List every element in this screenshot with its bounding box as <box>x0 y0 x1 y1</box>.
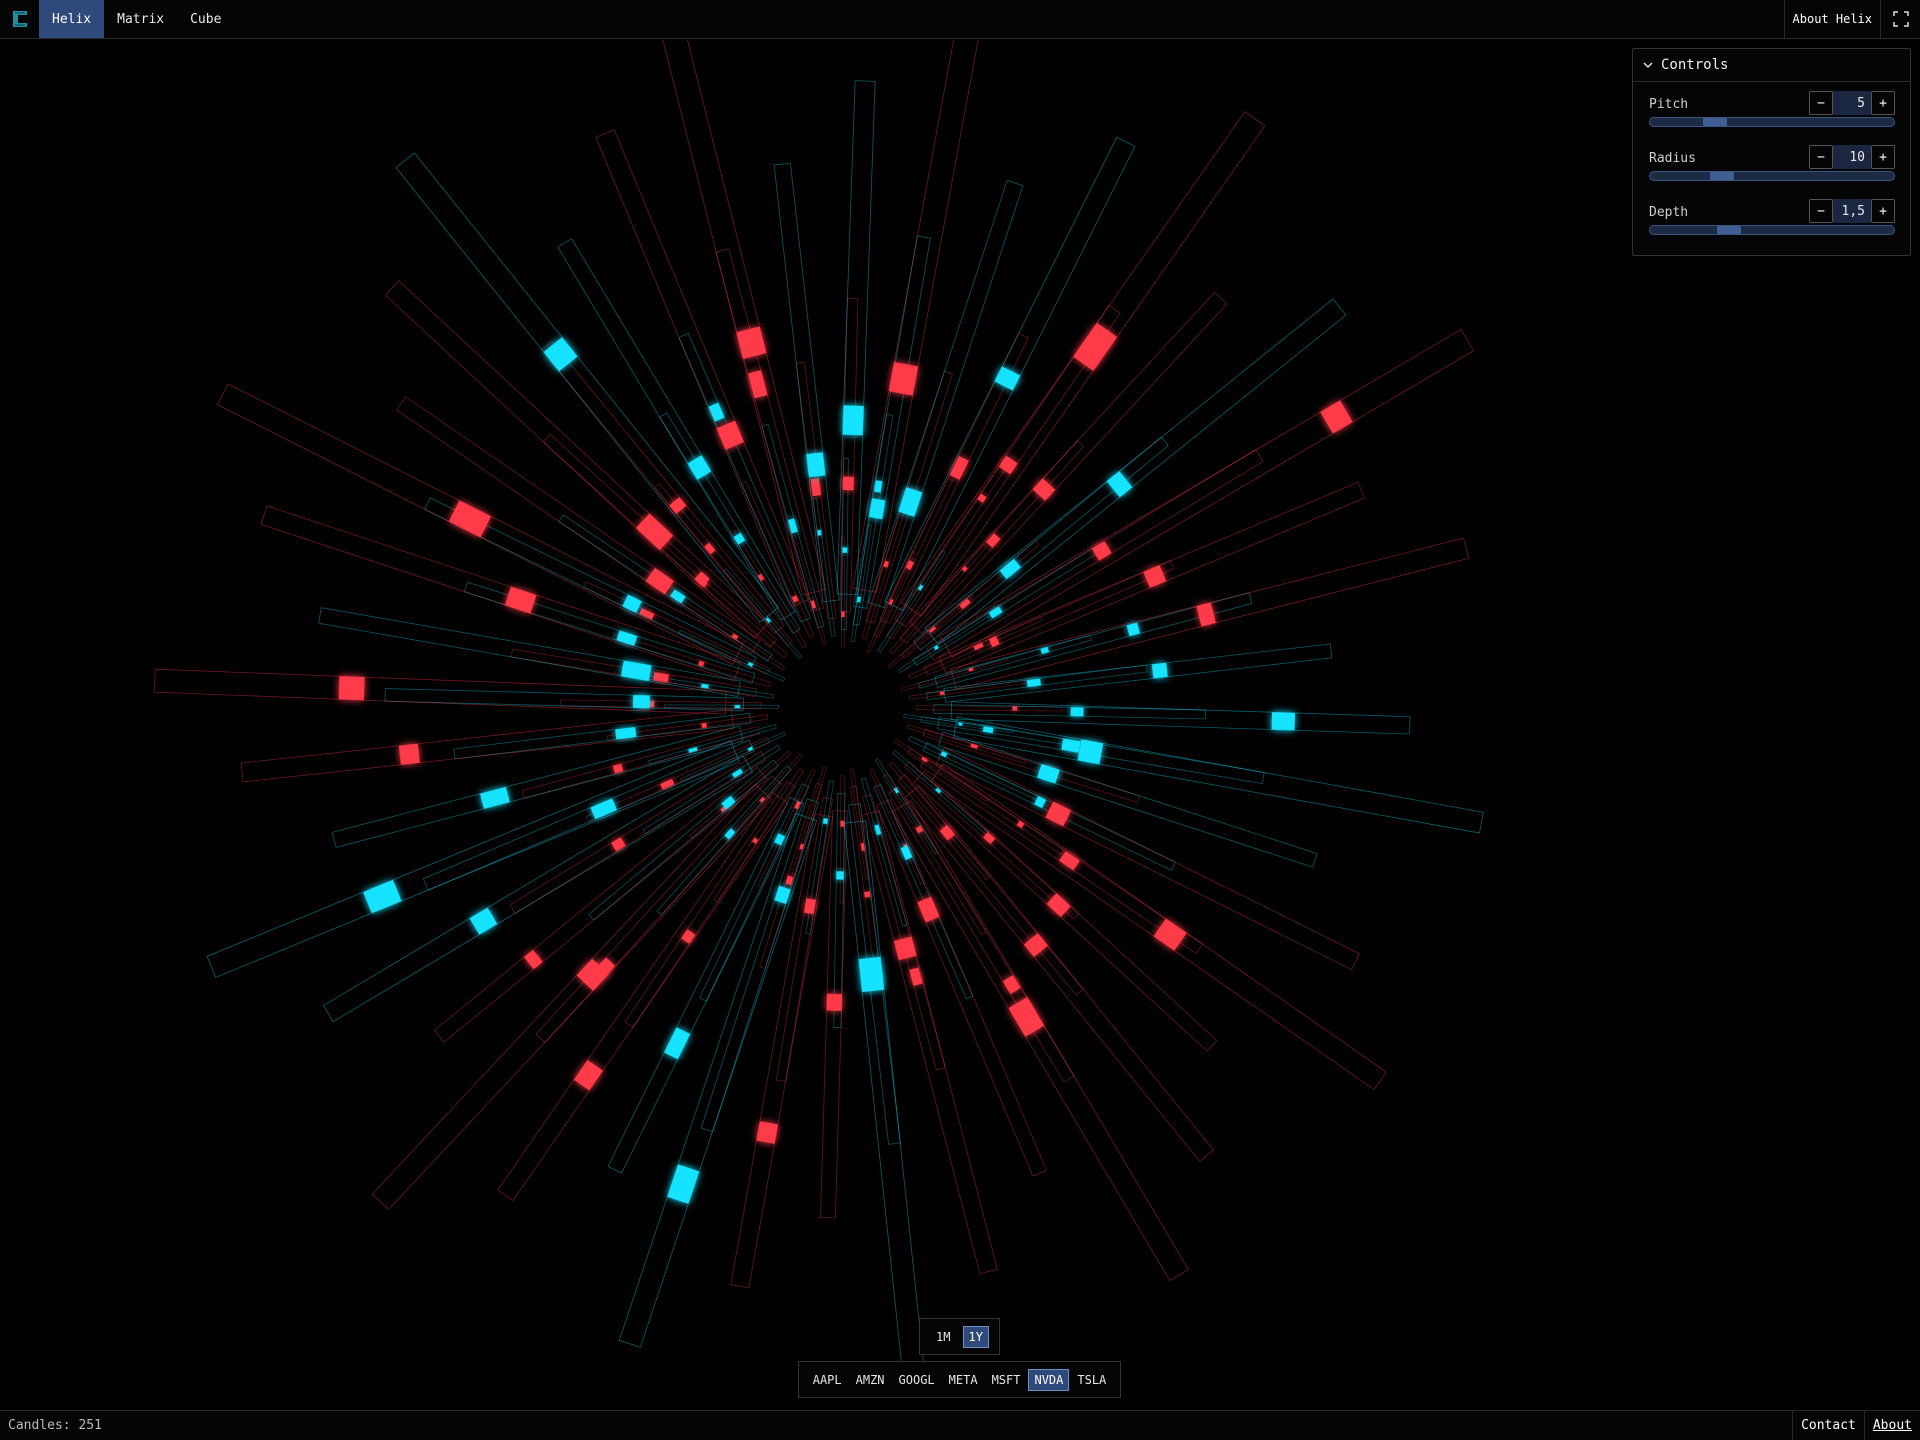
contact-label: Contact <box>1801 1418 1856 1433</box>
radius-label: Radius <box>1649 151 1696 166</box>
depth-slider[interactable] <box>1649 225 1895 235</box>
helix-core <box>787 651 899 763</box>
candle-tube <box>933 704 1207 720</box>
controls-header[interactable]: Controls <box>1633 49 1910 82</box>
candle-tube <box>904 785 1215 1162</box>
candle-tube <box>371 783 773 1210</box>
footer-spacer <box>102 1411 1792 1440</box>
radius-increment-button[interactable]: + <box>1871 145 1895 169</box>
range-option-1y[interactable]: 1Y <box>962 1325 989 1348</box>
about-label: About <box>1872 1418 1912 1433</box>
ticker-msft[interactable]: MSFT <box>986 1369 1027 1391</box>
radius-decrement-button[interactable]: − <box>1809 145 1833 169</box>
pitch-slider-thumb[interactable] <box>1703 118 1728 126</box>
candle-tube <box>206 740 740 978</box>
candle-tube <box>852 413 894 626</box>
bracket-logo-icon[interactable] <box>0 0 39 38</box>
depth-increment-button[interactable]: + <box>1871 199 1895 223</box>
pitch-stepper: − 5 + <box>1809 91 1895 115</box>
pitch-decrement-button[interactable]: − <box>1809 91 1833 115</box>
candle-tube <box>658 40 827 596</box>
pitch-label: Pitch <box>1649 97 1689 112</box>
ticker-tsla[interactable]: TSLA <box>1071 1369 1112 1391</box>
controls-panel: Controls Pitch − 5 + Radius − 10 + Depth… <box>1632 48 1911 256</box>
candle-tube <box>922 742 1176 871</box>
candle-tube <box>900 111 1266 617</box>
ticker-selector: AAPL AMZN GOOGL META MSFT NVDA TSLA <box>798 1361 1121 1398</box>
candle-tube <box>833 792 846 1028</box>
radius-stepper: − 10 + <box>1809 145 1895 169</box>
tab-matrix[interactable]: Matrix <box>104 0 177 38</box>
candle-tube <box>240 709 734 783</box>
candle-tube <box>759 782 823 969</box>
status-footer: Candles: 251 Contact About <box>0 1410 1920 1440</box>
candle-count: Candles: 251 <box>8 1418 102 1433</box>
controls-title: Controls <box>1661 57 1729 73</box>
top-nav-bar: Helix Matrix Cube About Helix <box>0 0 1920 39</box>
contact-link[interactable]: Contact <box>1792 1411 1864 1440</box>
radius-value[interactable]: 10 <box>1833 145 1871 169</box>
about-link[interactable]: About <box>1863 1411 1920 1440</box>
tab-cube[interactable]: Cube <box>177 0 234 38</box>
ticker-amzn[interactable]: AMZN <box>850 1369 891 1391</box>
candle-tube <box>924 298 1347 645</box>
candle-tube <box>453 712 752 760</box>
candle-tube <box>930 763 1387 1091</box>
candle-tube <box>873 783 974 1000</box>
range-option-1m[interactable]: 1M <box>930 1326 956 1348</box>
candle-tube <box>839 298 859 613</box>
tab-helix[interactable]: Helix <box>39 0 105 38</box>
candle-tube <box>888 786 1075 1083</box>
candle-tube <box>775 796 833 1083</box>
candle-tube <box>560 699 762 710</box>
pitch-increment-button[interactable]: + <box>1871 91 1895 115</box>
pitch-value[interactable]: 5 <box>1833 91 1871 115</box>
radius-slider[interactable] <box>1649 171 1895 181</box>
ticker-nvda[interactable]: NVDA <box>1028 1368 1070 1391</box>
candle-tube <box>861 810 998 1275</box>
depth-value[interactable]: 1,5 <box>1833 199 1871 223</box>
depth-decrement-button[interactable]: − <box>1809 199 1833 223</box>
radius-slider-thumb[interactable] <box>1709 172 1734 180</box>
depth-stepper: − 1,5 + <box>1809 199 1895 223</box>
about-helix-link[interactable]: About Helix <box>1783 0 1880 38</box>
chevron-down-icon <box>1643 62 1653 69</box>
pitch-slider[interactable] <box>1649 117 1895 127</box>
time-range-selector: 1M 1Y <box>919 1318 1000 1355</box>
candle-tube <box>935 747 1361 971</box>
ticker-googl[interactable]: GOOGL <box>893 1369 941 1391</box>
candle-tube <box>216 383 744 665</box>
fullscreen-icon[interactable] <box>1880 0 1920 38</box>
ticker-meta[interactable]: META <box>943 1369 984 1391</box>
depth-slider-thumb[interactable] <box>1716 226 1741 234</box>
depth-label: Depth <box>1649 205 1689 220</box>
ticker-aapl[interactable]: AAPL <box>807 1369 848 1391</box>
